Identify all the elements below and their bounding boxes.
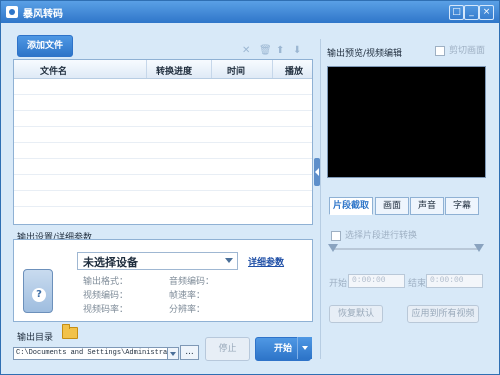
browse-button[interactable]: ... bbox=[180, 345, 199, 360]
start-handle[interactable] bbox=[328, 244, 338, 252]
tab-picture[interactable]: 画面 bbox=[375, 197, 409, 215]
preview-title: 输出预览/视频编辑 bbox=[327, 49, 403, 59]
table-row bbox=[14, 110, 312, 111]
table-row bbox=[14, 190, 312, 191]
restore-window-button[interactable]: □ bbox=[449, 5, 464, 20]
end-time-field[interactable]: 0:00:00 bbox=[426, 274, 483, 288]
crop-screen-checkbox[interactable]: 剪切画面 bbox=[435, 43, 485, 56]
end-time-label: 结束 bbox=[408, 279, 427, 289]
column-divider bbox=[272, 60, 273, 78]
window-title: 暴风转码 bbox=[23, 9, 63, 20]
file-table: 文件名 转换进度 时间 播放 bbox=[13, 59, 313, 225]
minimize-button[interactable]: _ bbox=[464, 5, 479, 20]
video-preview bbox=[327, 66, 486, 178]
video-bitrate-label: 视频码率： bbox=[83, 305, 129, 315]
start-time-label: 开始 bbox=[329, 279, 348, 289]
column-filename[interactable]: 文件名 bbox=[40, 64, 67, 77]
device-select[interactable]: 未选择设备 bbox=[77, 252, 238, 270]
checkbox-icon bbox=[435, 45, 445, 56]
audio-codec-label: 音频编码： bbox=[169, 277, 215, 287]
resolution-label: 分辨率： bbox=[169, 305, 206, 315]
path-dropdown-button[interactable] bbox=[167, 347, 179, 360]
start-time-field[interactable]: 0:00:00 bbox=[348, 274, 405, 288]
output-path-field[interactable]: C:\Documents and Settings\Administra bbox=[13, 347, 179, 360]
column-divider bbox=[211, 60, 212, 78]
close-icon[interactable]: ✕ bbox=[242, 45, 250, 56]
add-file-button[interactable]: 添加文件 bbox=[17, 35, 73, 57]
tab-segment[interactable]: 片段截取 bbox=[329, 197, 373, 215]
output-format-label: 输出格式： bbox=[83, 277, 129, 287]
folder-icon[interactable] bbox=[62, 324, 78, 339]
crop-screen-label: 剪切画面 bbox=[449, 46, 486, 56]
video-codec-label: 视频编码： bbox=[83, 291, 129, 301]
panel-divider bbox=[320, 39, 321, 359]
time-slider[interactable] bbox=[328, 244, 484, 252]
table-row bbox=[14, 94, 312, 95]
table-header: 文件名 转换进度 时间 播放 bbox=[14, 60, 312, 79]
collapse-panel-toggle[interactable] bbox=[314, 158, 320, 186]
trash-icon[interactable]: 🗑 bbox=[259, 45, 272, 56]
close-button[interactable]: × bbox=[479, 5, 494, 20]
device-phone-icon bbox=[23, 269, 53, 313]
chevron-down-icon bbox=[225, 258, 233, 263]
move-up-icon[interactable]: ⬆ bbox=[276, 45, 284, 56]
column-divider bbox=[146, 60, 147, 78]
frame-rate-label: 帧速率： bbox=[169, 291, 206, 301]
segment-checkbox-label: 选择片段进行转换 bbox=[345, 231, 418, 241]
apply-to-all-videos-button[interactable]: 应用到所有视频 bbox=[407, 305, 479, 323]
segment-checkbox[interactable]: 选择片段进行转换 bbox=[331, 228, 417, 241]
output-directory-label: 输出目录 bbox=[17, 333, 54, 343]
table-row bbox=[14, 158, 312, 159]
app-window: 暴风转码 □ _ × 添加文件 ✕ 🗑 ⬆ ⬇ 文件名 转换进度 时间 播放 输… bbox=[0, 0, 500, 375]
table-row bbox=[14, 206, 312, 207]
tab-subtitle[interactable]: 字幕 bbox=[445, 197, 479, 215]
checkbox-icon bbox=[331, 230, 341, 241]
device-select-value: 未选择设备 bbox=[83, 256, 138, 269]
table-row bbox=[14, 126, 312, 127]
table-row bbox=[14, 142, 312, 143]
start-dropdown-button[interactable] bbox=[297, 337, 312, 359]
column-play[interactable]: 播放 bbox=[285, 64, 303, 77]
table-row bbox=[14, 174, 312, 175]
column-time[interactable]: 时间 bbox=[227, 64, 245, 77]
detail-params-link[interactable]: 详细参数 bbox=[248, 255, 284, 268]
title-bar: 暴风转码 □ _ × bbox=[1, 1, 499, 23]
stop-button[interactable]: 停止 bbox=[205, 337, 250, 361]
move-down-icon[interactable]: ⬇ bbox=[293, 45, 301, 56]
tab-sound[interactable]: 声音 bbox=[410, 197, 444, 215]
app-logo-icon bbox=[6, 6, 18, 18]
restore-default-button[interactable]: 恢复默认 bbox=[329, 305, 383, 323]
end-handle[interactable] bbox=[474, 244, 484, 252]
column-progress[interactable]: 转换进度 bbox=[156, 64, 192, 77]
